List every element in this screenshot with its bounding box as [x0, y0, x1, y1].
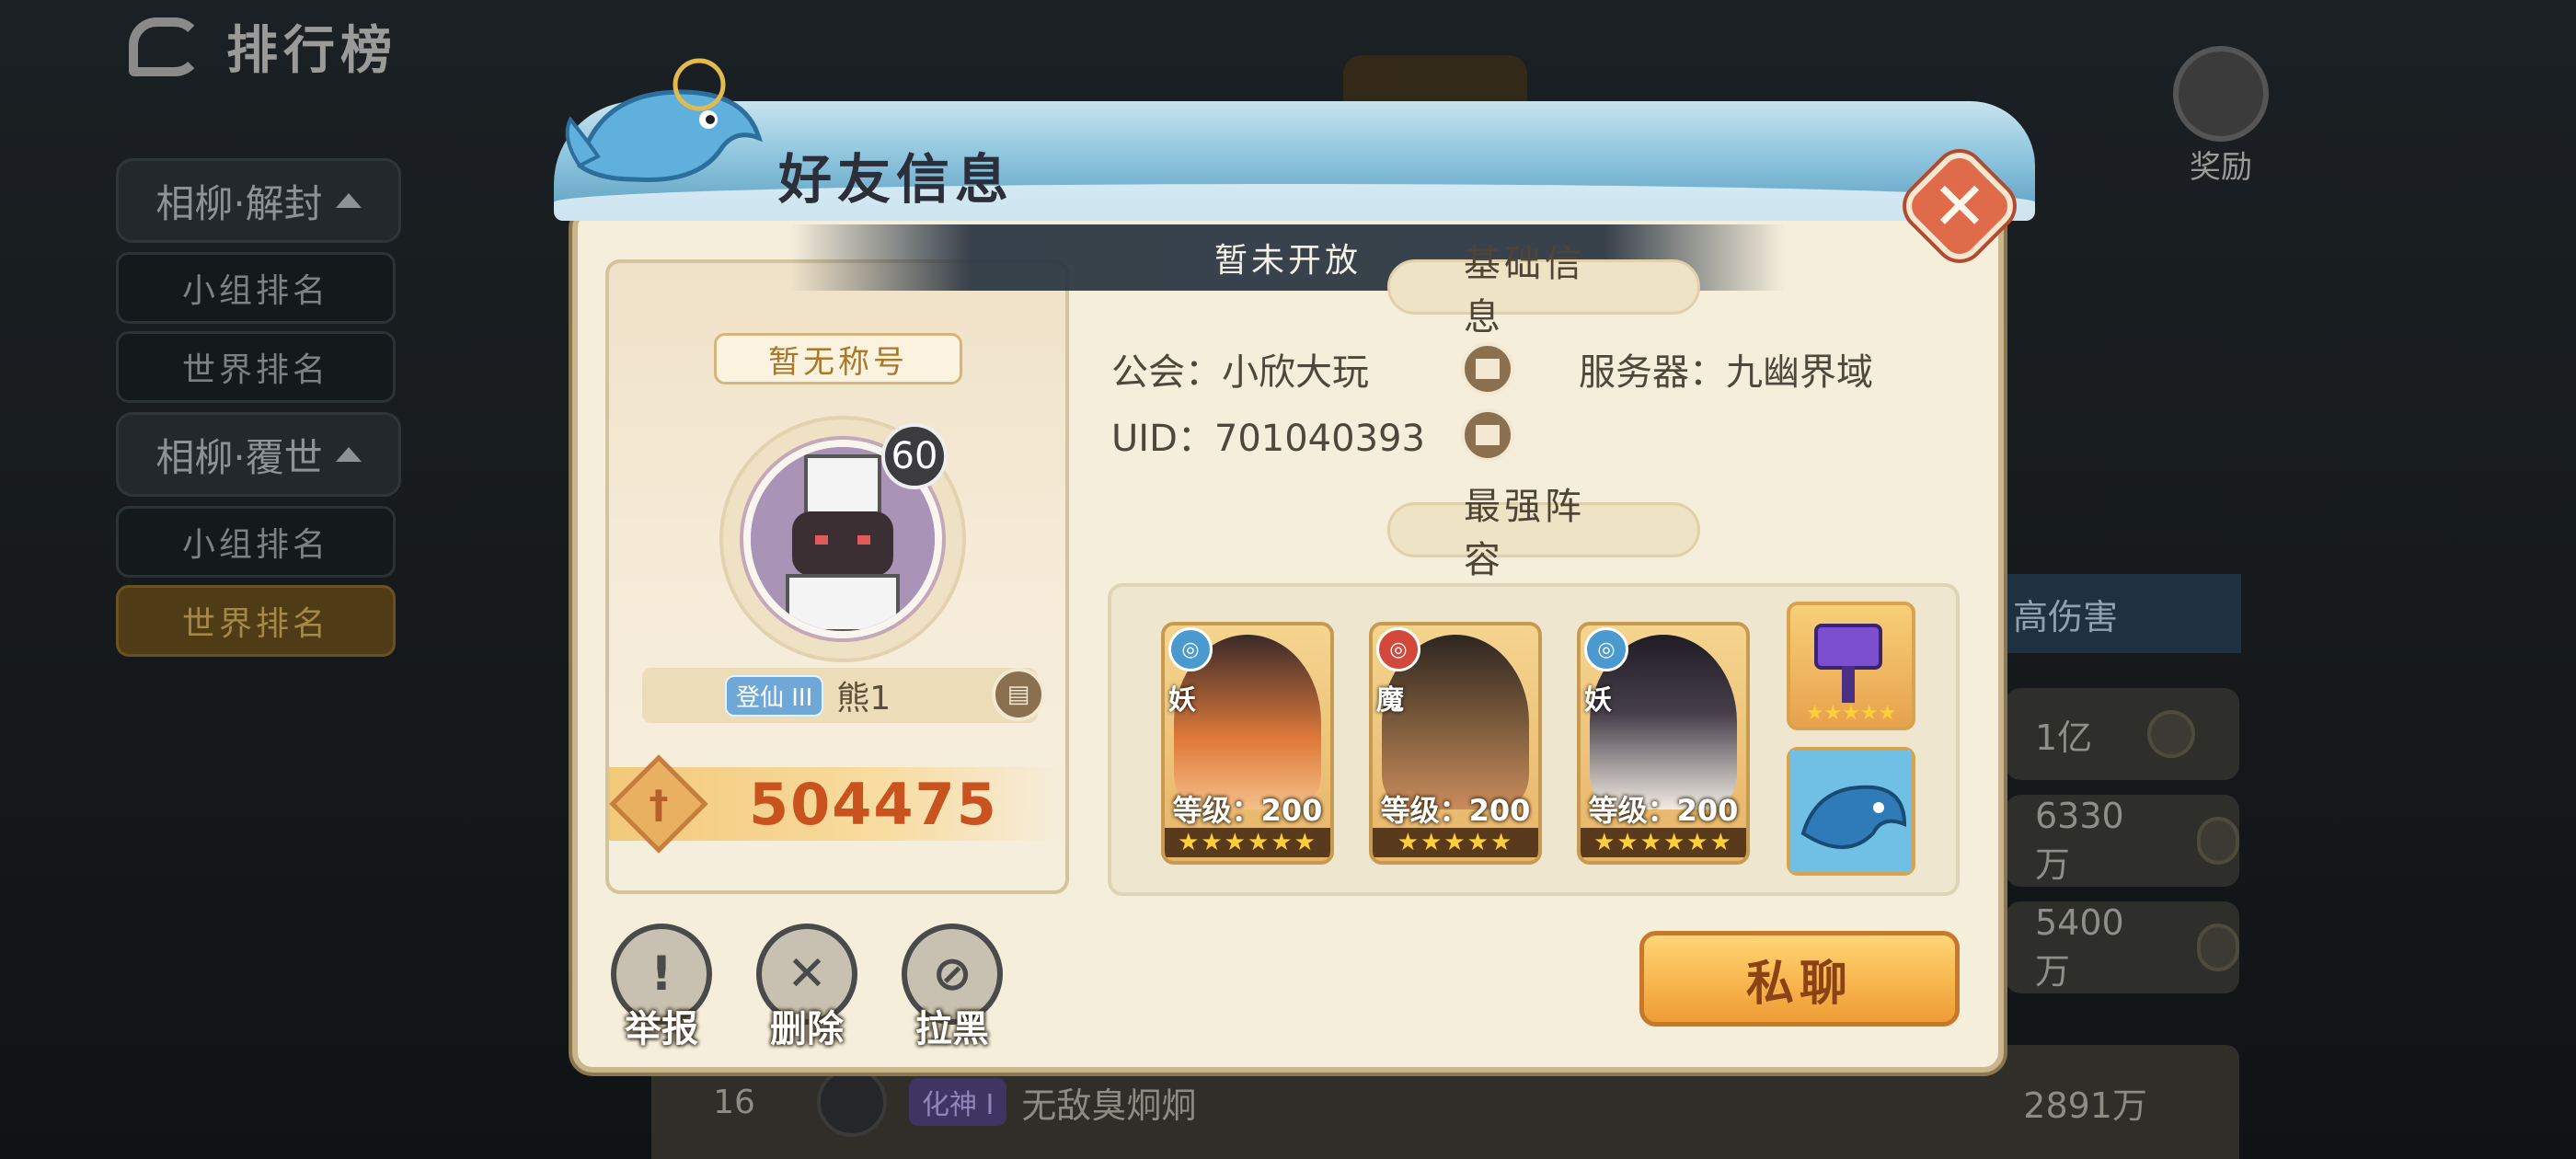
equip-slot-1[interactable]: ★★★★★	[1787, 602, 1915, 730]
leaderboard-header: 排行榜	[129, 9, 397, 84]
dialog-title: 好友信息	[778, 148, 1015, 211]
hero-stars: ★★★★★★	[1581, 828, 1746, 857]
copy-name-icon[interactable]: ▤	[992, 668, 1045, 721]
section-strongest-lineup: 最强阵容	[1387, 486, 1700, 581]
hero-race: 魔	[1376, 684, 1404, 717]
caret-up-icon	[335, 193, 362, 208]
hero-level: 等级：200	[1172, 793, 1323, 828]
uid-label: UID：701040393	[1111, 418, 1425, 460]
equip-slot-2[interactable]	[1787, 747, 1915, 876]
level-badge: 60	[881, 423, 948, 489]
fire-faction-icon: ◎	[1376, 627, 1420, 671]
hero-level: 等级：200	[1588, 793, 1739, 828]
reward-button[interactable]: 奖励	[2166, 46, 2276, 187]
tab-high-damage[interactable]: 高伤害	[2006, 574, 2241, 653]
hero-stars: ★★★★★★	[1165, 828, 1330, 857]
caret-up-icon	[335, 447, 362, 462]
page-title: 排行榜	[226, 21, 397, 81]
private-chat-button[interactable]: 私聊	[1639, 931, 1960, 1027]
sidebar-item-group-rank-1[interactable]: 小组排名	[116, 252, 396, 324]
sidebar-item-world-rank-2[interactable]: 世界排名	[116, 585, 396, 657]
player-title-tag: 暂无称号	[714, 333, 962, 384]
whale-mascot-icon	[565, 58, 763, 183]
player-name-bar: 登仙 III 熊1 ▤	[642, 668, 1045, 723]
player-name: 无敌臭炯炯	[1021, 1084, 1197, 1126]
hero-card-1[interactable]: ◎ 妖 等级：200 ★★★★★★	[1161, 622, 1334, 865]
hero-stars: ★★★★★	[1373, 828, 1538, 857]
hero-race: 妖	[1168, 684, 1196, 717]
rank-row[interactable]: 1亿	[2006, 688, 2239, 780]
realm-badge: 登仙 III	[725, 674, 824, 717]
hero-race: 妖	[1584, 684, 1612, 717]
hero-level: 等级：200	[1380, 793, 1531, 828]
arrow-right-icon[interactable]	[2197, 924, 2239, 971]
damage-value: 2891万	[2023, 1084, 2147, 1126]
arrow-right-icon[interactable]	[2197, 817, 2239, 865]
blue-whale-pet-icon	[1790, 751, 1912, 872]
rank-number: 16	[713, 1083, 755, 1121]
profile-card: 暂无称号 60 登仙 III 熊1 ▤ † 504475	[605, 259, 1069, 894]
report-button[interactable]: ! 举报	[611, 924, 712, 1052]
combat-power-bar: † 504475	[609, 754, 1065, 854]
back-icon[interactable]	[129, 17, 202, 76]
copy-guild-icon[interactable]	[1459, 340, 1516, 397]
delete-friend-button[interactable]: ✕ 删除	[756, 924, 857, 1052]
hero-card-2[interactable]: ◎ 魔 等级：200 ★★★★★	[1369, 622, 1542, 865]
sidebar-group-unseal[interactable]: 相柳·解封	[116, 158, 401, 243]
purple-hammer-icon	[1814, 624, 1882, 703]
server-label: 服务器：九幽界域	[1579, 351, 1873, 394]
sidebar-item-world-rank-1[interactable]: 世界排名	[116, 331, 396, 403]
dialog-wave-banner	[554, 101, 2035, 221]
gift-icon	[2173, 46, 2269, 142]
rank-row[interactable]: 6330万	[2006, 795, 2239, 887]
equip-stars: ★★★★★	[1805, 702, 1897, 725]
copy-uid-icon[interactable]	[1459, 407, 1516, 464]
guild-label: 公会：小欣大玩	[1111, 351, 1369, 394]
realm-badge: 化神 I	[909, 1078, 1007, 1126]
arrow-right-icon[interactable]	[2147, 710, 2196, 758]
reward-label: 奖励	[2190, 149, 2252, 186]
close-icon: ✕	[1931, 167, 1988, 245]
section-basic-info: 基础信息	[1387, 243, 1700, 339]
rank-row[interactable]: 5400万	[2006, 901, 2239, 993]
avatar	[817, 1067, 887, 1137]
combat-power-icon: †	[609, 754, 708, 854]
block-button[interactable]: ⊘ 拉黑	[902, 924, 1003, 1052]
hero-card-3[interactable]: ◎ 妖 等级：200 ★★★★★★	[1577, 622, 1750, 865]
sidebar-item-group-rank-2[interactable]: 小组排名	[116, 506, 396, 578]
water-faction-icon: ◎	[1168, 627, 1213, 671]
player-name: 熊1	[836, 680, 891, 717]
sidebar-group-overturn[interactable]: 相柳·覆世	[116, 412, 401, 497]
water-faction-icon: ◎	[1584, 627, 1628, 671]
combat-power-value: 504475	[749, 770, 998, 838]
